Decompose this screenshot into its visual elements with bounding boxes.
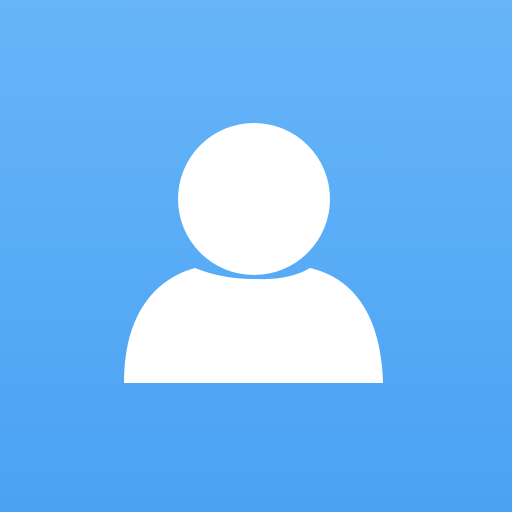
avatar [0,0,512,512]
person-shoulders [124,268,383,383]
person-icon [0,0,512,512]
person-head [178,123,330,275]
